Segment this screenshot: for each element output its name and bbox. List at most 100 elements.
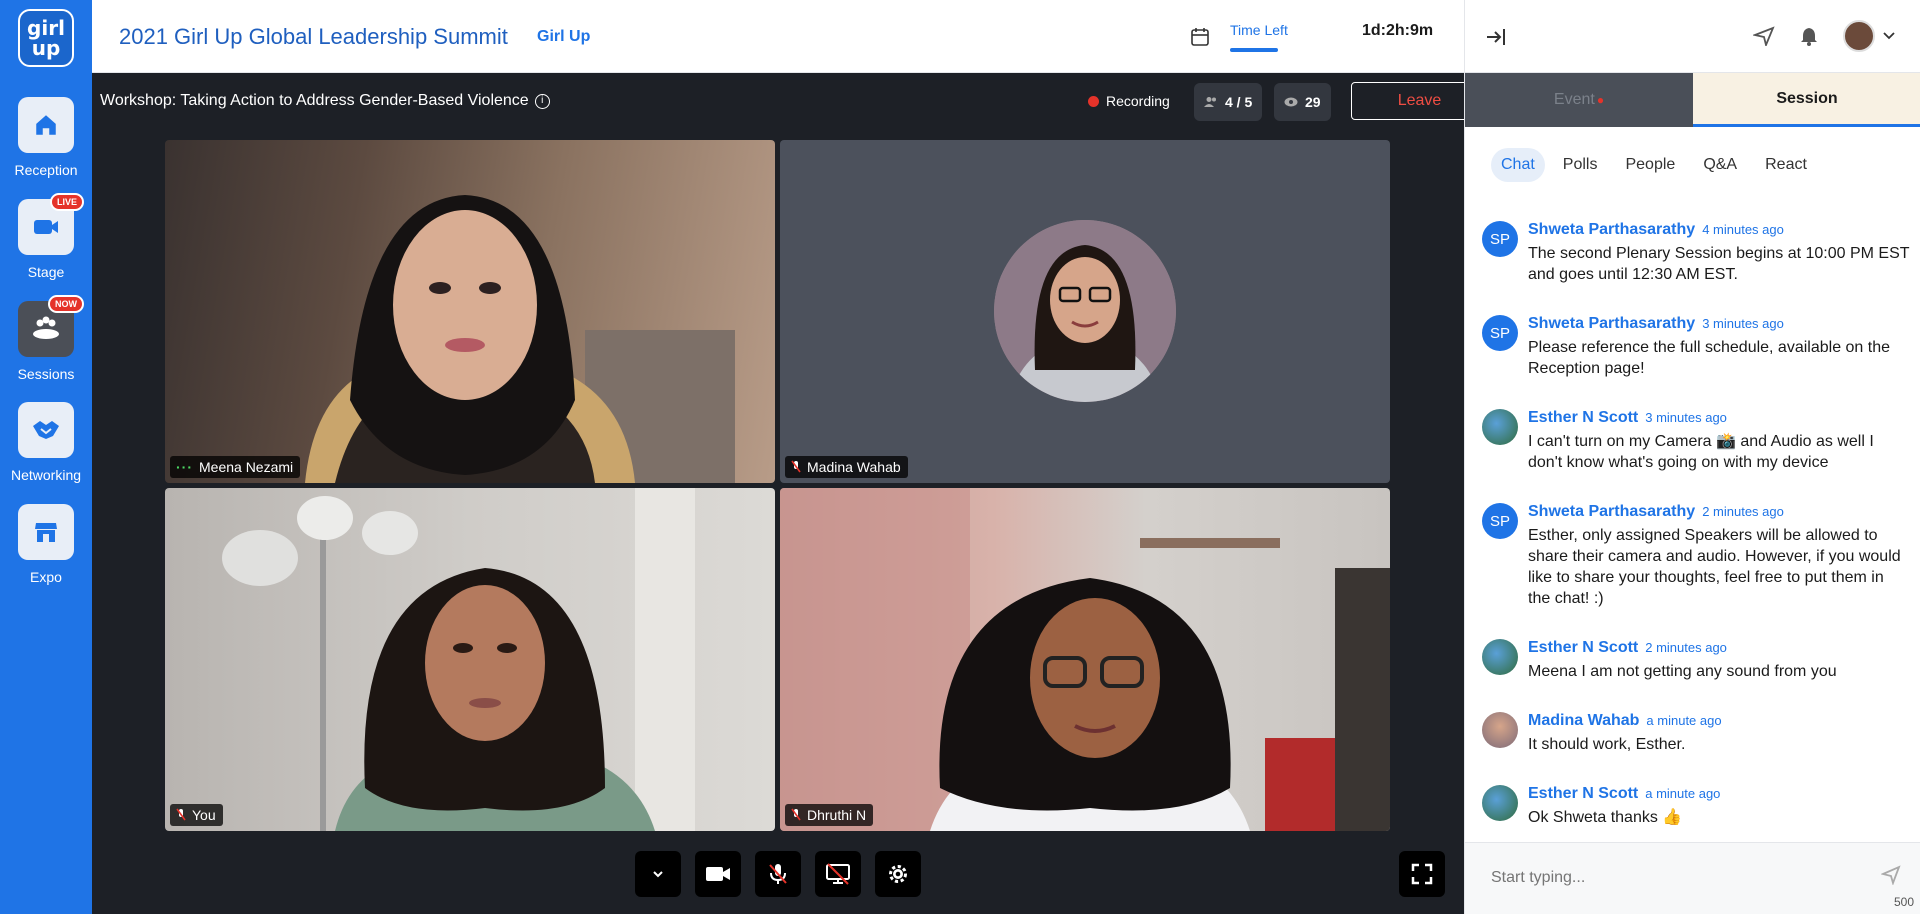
settings-icon xyxy=(889,865,907,883)
org-name[interactable]: Girl Up xyxy=(537,28,590,46)
message-text: Please reference the full schedule, avai… xyxy=(1528,339,1891,377)
mic-button[interactable] xyxy=(755,851,801,897)
nav-stage-label: Stage xyxy=(27,264,65,280)
recording-dot-icon xyxy=(1088,95,1099,107)
char-count: 500 xyxy=(1893,895,1914,909)
message-text: Meena I am not getting any sound from yo… xyxy=(1528,663,1837,680)
message-text: It should work, Esther. xyxy=(1528,736,1686,753)
store-icon xyxy=(18,504,74,560)
participant-video-dhruthi xyxy=(780,488,1390,831)
viewer-count[interactable]: 29 xyxy=(1274,83,1331,121)
countdown-timer: 1d:2h:9m xyxy=(1362,22,1434,39)
message-author[interactable]: Madina Wahab a minute ago xyxy=(1528,712,1722,730)
send-icon[interactable] xyxy=(1753,26,1775,46)
subtab-chat[interactable]: Chat xyxy=(1491,148,1545,182)
session-title: Workshop: Taking Action to Address Gende… xyxy=(100,92,550,110)
people-icon xyxy=(1204,97,1216,107)
top-bar: 2021 Girl Up Global Leadership Summit Gi… xyxy=(92,0,1464,73)
speaking-dots-icon: ··· xyxy=(176,459,193,475)
nav-reception[interactable]: Reception xyxy=(0,97,92,178)
more-options-button[interactable] xyxy=(635,851,681,897)
info-icon[interactable]: i xyxy=(534,93,550,109)
participant-name: Madina Wahab xyxy=(807,459,901,475)
message-text: I can't turn on my Camera 📸 and Audio as… xyxy=(1528,433,1874,471)
avatar[interactable] xyxy=(1482,639,1518,675)
message-time: 3 minutes ago xyxy=(1702,316,1784,331)
camera-button[interactable] xyxy=(695,851,741,897)
panel-tabs: Event ● Session xyxy=(1465,73,1920,127)
nav-expo-label: Expo xyxy=(30,569,62,585)
eye-icon xyxy=(1284,97,1298,107)
video-tile-meena[interactable]: ··· Meena Nezami xyxy=(165,140,775,483)
session-subtabs: Chat Polls People Q&A React xyxy=(1491,148,1817,182)
subtab-polls[interactable]: Polls xyxy=(1553,148,1608,182)
nav-expo[interactable]: Expo xyxy=(0,504,92,585)
message-author[interactable]: Shweta Parthasarathy 4 minutes ago xyxy=(1528,221,1784,239)
message-author[interactable]: Shweta Parthasarathy 3 minutes ago xyxy=(1528,315,1784,333)
event-title: 2021 Girl Up Global Leadership Summit xyxy=(119,24,508,49)
avatar[interactable]: SP xyxy=(1482,503,1518,539)
bell-icon[interactable] xyxy=(1800,26,1818,46)
message-time: a minute ago xyxy=(1645,786,1721,801)
message-time: a minute ago xyxy=(1646,713,1722,728)
nav-stage[interactable]: LIVE Stage xyxy=(0,193,92,280)
message-time: 3 minutes ago xyxy=(1645,410,1727,425)
participant-count-text: 4 / 5 xyxy=(1225,94,1253,110)
recording-label: Recording xyxy=(1106,93,1170,109)
name-tag-madina: Madina Wahab xyxy=(785,456,908,478)
left-nav-rail: girl up Reception LIVE Stage NOW Sessions… xyxy=(0,0,92,914)
viewer-count-text: 29 xyxy=(1305,94,1321,110)
avatar[interactable]: SP xyxy=(1482,315,1518,351)
subtab-react[interactable]: React xyxy=(1755,148,1817,182)
tab-event[interactable]: Event ● xyxy=(1465,73,1693,127)
avatar[interactable] xyxy=(1843,20,1875,52)
girl-up-logo[interactable]: girl up xyxy=(18,9,74,67)
subtab-qa[interactable]: Q&A xyxy=(1693,148,1747,182)
message-text: Esther, only assigned Speakers will be a… xyxy=(1528,527,1901,607)
nav-networking[interactable]: Networking xyxy=(0,402,92,483)
collapse-panel-icon[interactable] xyxy=(1485,27,1507,47)
roundtable-icon: NOW xyxy=(18,295,84,357)
participant-name: Dhruthi N xyxy=(807,807,867,823)
settings-button[interactable] xyxy=(875,851,921,897)
subtab-people[interactable]: People xyxy=(1615,148,1685,182)
message-author[interactable]: Esther N Scott 2 minutes ago xyxy=(1528,639,1727,657)
message-author[interactable]: Esther N Scott 3 minutes ago xyxy=(1528,409,1727,427)
participant-avatar-madina xyxy=(994,220,1176,402)
chevron-down-icon[interactable] xyxy=(1883,31,1895,41)
stage-area: Workshop: Taking Action to Address Gende… xyxy=(92,73,1488,914)
avatar[interactable] xyxy=(1482,712,1518,748)
tab-session[interactable]: Session xyxy=(1693,73,1920,127)
session-title-text: Workshop: Taking Action to Address Gende… xyxy=(100,92,529,109)
participant-name: Meena Nezami xyxy=(199,459,294,475)
video-camera-icon: LIVE xyxy=(18,193,84,255)
video-tile-dhruthi[interactable]: Dhruthi N xyxy=(780,488,1390,831)
message-author[interactable]: Shweta Parthasarathy 2 minutes ago xyxy=(1528,503,1784,521)
participant-count[interactable]: 4 / 5 xyxy=(1194,83,1263,121)
panel-header xyxy=(1465,0,1920,73)
video-tile-you[interactable]: You xyxy=(165,488,775,831)
participant-video-meena xyxy=(305,195,735,483)
calendar-icon[interactable] xyxy=(1190,27,1210,52)
nav-networking-label: Networking xyxy=(10,467,82,483)
chat-composer: 500 xyxy=(1465,842,1920,914)
chat-input[interactable] xyxy=(1491,869,1851,887)
home-icon xyxy=(18,97,74,153)
name-tag-dhruthi: Dhruthi N xyxy=(785,804,874,826)
message-time: 2 minutes ago xyxy=(1702,504,1784,519)
fullscreen-button[interactable] xyxy=(1399,851,1445,897)
avatar[interactable] xyxy=(1482,785,1518,821)
avatar[interactable] xyxy=(1482,409,1518,445)
send-icon[interactable] xyxy=(1881,865,1901,885)
message-author[interactable]: Esther N Scott a minute ago xyxy=(1528,785,1720,803)
right-panel: Event ● Session Chat Polls People Q&A Rea… xyxy=(1464,0,1920,914)
nav-sessions[interactable]: NOW Sessions xyxy=(0,295,92,382)
now-badge: NOW xyxy=(48,295,84,313)
avatar[interactable]: SP xyxy=(1482,221,1518,257)
screen-share-button[interactable] xyxy=(815,851,861,897)
time-left-tab[interactable]: Time Left xyxy=(1230,22,1288,38)
message-time: 4 minutes ago xyxy=(1702,222,1784,237)
video-tile-madina[interactable]: Madina Wahab xyxy=(780,140,1390,483)
screen-share-off-icon xyxy=(826,863,850,885)
name-tag-meena: ··· Meena Nezami xyxy=(170,456,301,478)
